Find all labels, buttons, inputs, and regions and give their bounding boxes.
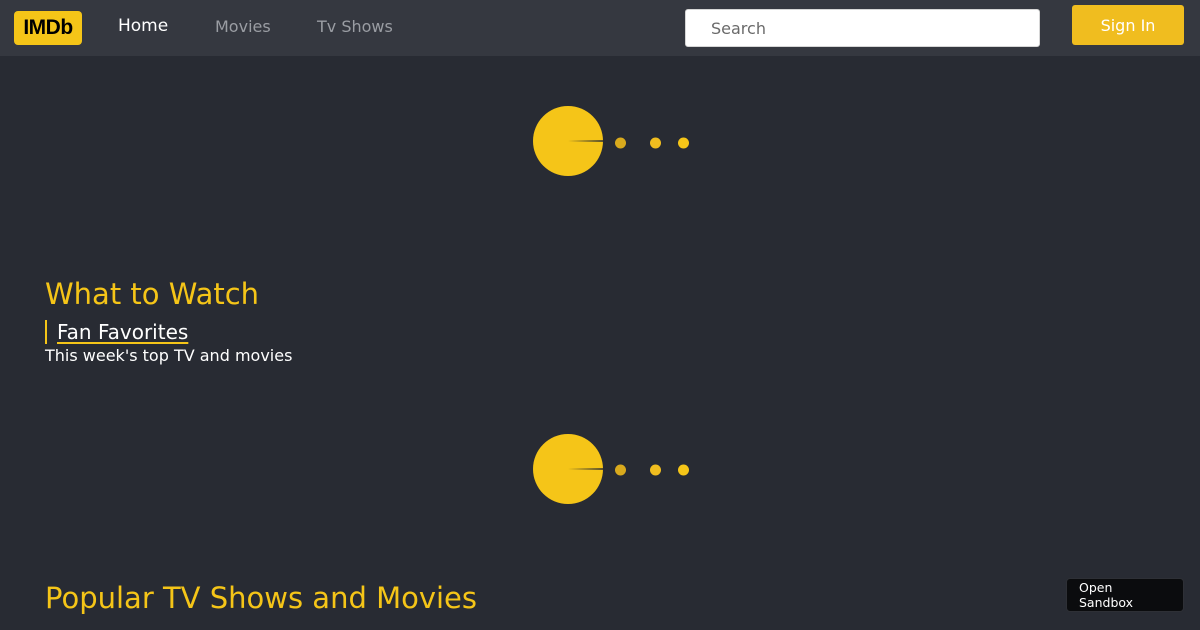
fan-favorites-subtitle: This week's top TV and movies (45, 346, 293, 365)
pacman-loader-icon (533, 434, 689, 504)
popular-shows-heading: Popular TV Shows and Movies (45, 581, 478, 615)
sandbox-label-line2: Sandbox (1079, 595, 1134, 610)
loader-dot (615, 137, 626, 149)
nav-tv-shows-link[interactable]: Tv Shows (317, 16, 393, 38)
loader-dot (615, 464, 626, 476)
fan-favorites-link[interactable]: Fan Favorites (57, 320, 188, 344)
imdb-logo[interactable]: IMDb (14, 11, 82, 45)
pacman-loader-icon (533, 106, 689, 176)
sign-in-button[interactable]: Sign In (1072, 5, 1184, 45)
nav-home-link[interactable]: Home (118, 15, 168, 37)
nav-movies-link[interactable]: Movies (215, 16, 271, 38)
loader-dot (650, 464, 661, 476)
what-to-watch-heading: What to Watch (45, 277, 260, 311)
open-sandbox-button[interactable]: Open Sandbox (1066, 578, 1184, 612)
loader-dot (650, 137, 661, 149)
loader-dot (678, 137, 689, 149)
loader-dot (678, 464, 689, 476)
sandbox-label-line1: Open (1079, 580, 1113, 595)
search-input[interactable] (685, 9, 1040, 47)
fan-favorites-header: Fan Favorites (45, 320, 188, 344)
top-nav-bar: IMDb Home Movies Tv Shows Sign In (0, 0, 1200, 56)
